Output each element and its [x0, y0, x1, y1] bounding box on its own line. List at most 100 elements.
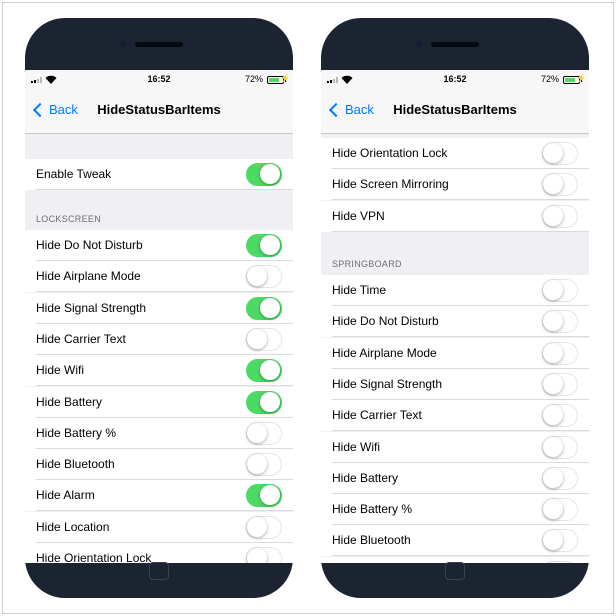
toggle-knob [543, 499, 563, 520]
toggle-switch[interactable] [246, 359, 282, 383]
setting-label: Hide VPN [332, 208, 385, 223]
toggle-switch[interactable] [246, 234, 282, 257]
toggle-knob [543, 174, 563, 195]
settings-list: Hide Orientation Lock Hide Screen Mirrori… [321, 134, 589, 563]
charging-bolt-icon: ⚡ [280, 74, 290, 83]
home-button[interactable] [445, 562, 465, 580]
earpiece-speaker [135, 42, 183, 47]
setting-row-hide-battery-percent: Hide Battery % [25, 417, 293, 449]
toggle-switch[interactable] [542, 341, 578, 365]
toggle-knob [247, 266, 267, 287]
front-camera [120, 41, 126, 47]
toggle-switch[interactable] [542, 560, 578, 563]
setting-label: Hide Wifi [332, 439, 381, 454]
setting-row-hide-signal-strength: Hide Signal Strength [25, 292, 293, 324]
setting-label: Hide Orientation Lock [332, 146, 448, 160]
toggle-knob [543, 143, 563, 163]
toggle-knob [543, 280, 563, 300]
toggle-switch[interactable] [246, 265, 282, 289]
row-separator [332, 230, 589, 232]
setting-label: Hide Signal Strength [36, 300, 147, 315]
setting-row-hide-wifi: Hide Wifi [321, 431, 589, 463]
toggle-knob [260, 485, 280, 506]
setting-label: Hide Alarm [36, 488, 95, 503]
toggle-knob [543, 561, 563, 563]
setting-row-hide-wifi: Hide Wifi [25, 355, 293, 387]
setting-label: Hide Carrier Text [332, 408, 422, 423]
toggle-knob [543, 530, 563, 551]
toggle-knob [543, 373, 563, 394]
toggle-switch[interactable] [246, 163, 282, 186]
earpiece-speaker [431, 42, 479, 47]
toggle-knob [247, 328, 267, 349]
toggle-switch[interactable] [542, 204, 578, 228]
status-bar: 16:52 72% ⚡ [25, 70, 293, 90]
setting-label: Hide Bluetooth [332, 533, 411, 548]
setting-label: Hide Battery [332, 470, 399, 485]
toggle-knob [543, 205, 563, 226]
charging-bolt-icon: ⚡ [576, 74, 586, 83]
setting-label: Hide Do Not Disturb [36, 238, 143, 252]
page-title: HideStatusBarItems [393, 102, 517, 117]
toggle-switch[interactable] [246, 484, 282, 508]
toggle-switch[interactable] [246, 515, 282, 539]
toggle-switch[interactable] [246, 421, 282, 445]
setting-label: Hide Time [332, 283, 387, 297]
setting-row-hide-battery: Hide Battery [25, 386, 293, 418]
setting-label: Hide Do Not Disturb [332, 314, 439, 329]
toggle-knob [247, 422, 267, 443]
toggle-knob [543, 436, 563, 457]
phone-left: 16:52 72% ⚡ Back HideStatusBarItems Enab… [25, 18, 293, 598]
setting-row-hide-bluetooth: Hide Bluetooth [321, 525, 589, 557]
setting-row-hide-location: Hide Location [25, 511, 293, 543]
toggle-knob [260, 297, 280, 318]
toggle-knob [260, 360, 280, 381]
toggle-knob [247, 516, 267, 537]
setting-label: Hide Bluetooth [36, 457, 115, 472]
toggle-knob [543, 311, 563, 332]
toggle-knob [260, 235, 280, 255]
toggle-knob [260, 164, 280, 184]
setting-row-hide-battery: Hide Battery [321, 462, 589, 494]
row-separator [36, 189, 293, 190]
setting-row-hide-vpn: Hide VPN [321, 200, 589, 232]
navigation-bar: Back HideStatusBarItems [321, 90, 589, 134]
toggle-switch[interactable] [542, 310, 578, 334]
toggle-switch[interactable] [542, 466, 578, 490]
toggle-switch[interactable] [542, 142, 578, 165]
status-bar: 16:52 72% ⚡ [321, 70, 589, 90]
toggle-switch[interactable] [246, 327, 282, 351]
toggle-switch[interactable] [542, 279, 578, 302]
setting-row-hide-do-not-disturb: Hide Do Not Disturb [25, 230, 293, 261]
navigation-bar: Back HideStatusBarItems [25, 90, 293, 134]
setting-row-hide-carrier-text: Hide Carrier Text [321, 400, 589, 432]
toggle-knob [543, 342, 563, 363]
toggle-switch[interactable] [542, 498, 578, 522]
toggle-switch[interactable] [542, 173, 578, 197]
setting-row-hide-do-not-disturb: Hide Do Not Disturb [321, 306, 589, 338]
setting-label: Hide Signal Strength [332, 376, 443, 391]
toggle-switch[interactable] [246, 547, 282, 563]
home-button[interactable] [149, 562, 169, 580]
setting-row-hide-orientation-lock: Hide Orientation Lock [321, 138, 589, 169]
setting-row-hide-carrier-text: Hide Carrier Text [25, 323, 293, 355]
setting-label: Hide Airplane Mode [332, 345, 437, 360]
toggle-switch[interactable] [246, 390, 282, 414]
setting-row-hide-battery-percent: Hide Battery % [321, 494, 589, 526]
toggle-switch[interactable] [542, 529, 578, 553]
setting-label: Hide Airplane Mode [36, 269, 141, 284]
toggle-switch[interactable] [246, 296, 282, 320]
settings-screen: 16:52 72% ⚡ Back HideStatusBarItems Enab… [25, 70, 293, 563]
setting-row-hide-bluetooth: Hide Bluetooth [25, 449, 293, 481]
toggle-switch[interactable] [542, 435, 578, 459]
toggle-knob [260, 391, 280, 412]
settings-screen: 16:52 72% ⚡ Back HideStatusBarItems Hide… [321, 70, 589, 563]
toggle-switch[interactable] [246, 453, 282, 477]
setting-label: Hide Carrier Text [36, 331, 126, 346]
toggle-switch[interactable] [542, 404, 578, 428]
toggle-switch[interactable] [542, 372, 578, 396]
section-header: SPRINGBOARD [332, 259, 402, 269]
toggle-knob [543, 405, 563, 426]
setting-row-hide-airplane-mode: Hide Airplane Mode [25, 261, 293, 293]
setting-label: Hide Wifi [36, 363, 85, 378]
